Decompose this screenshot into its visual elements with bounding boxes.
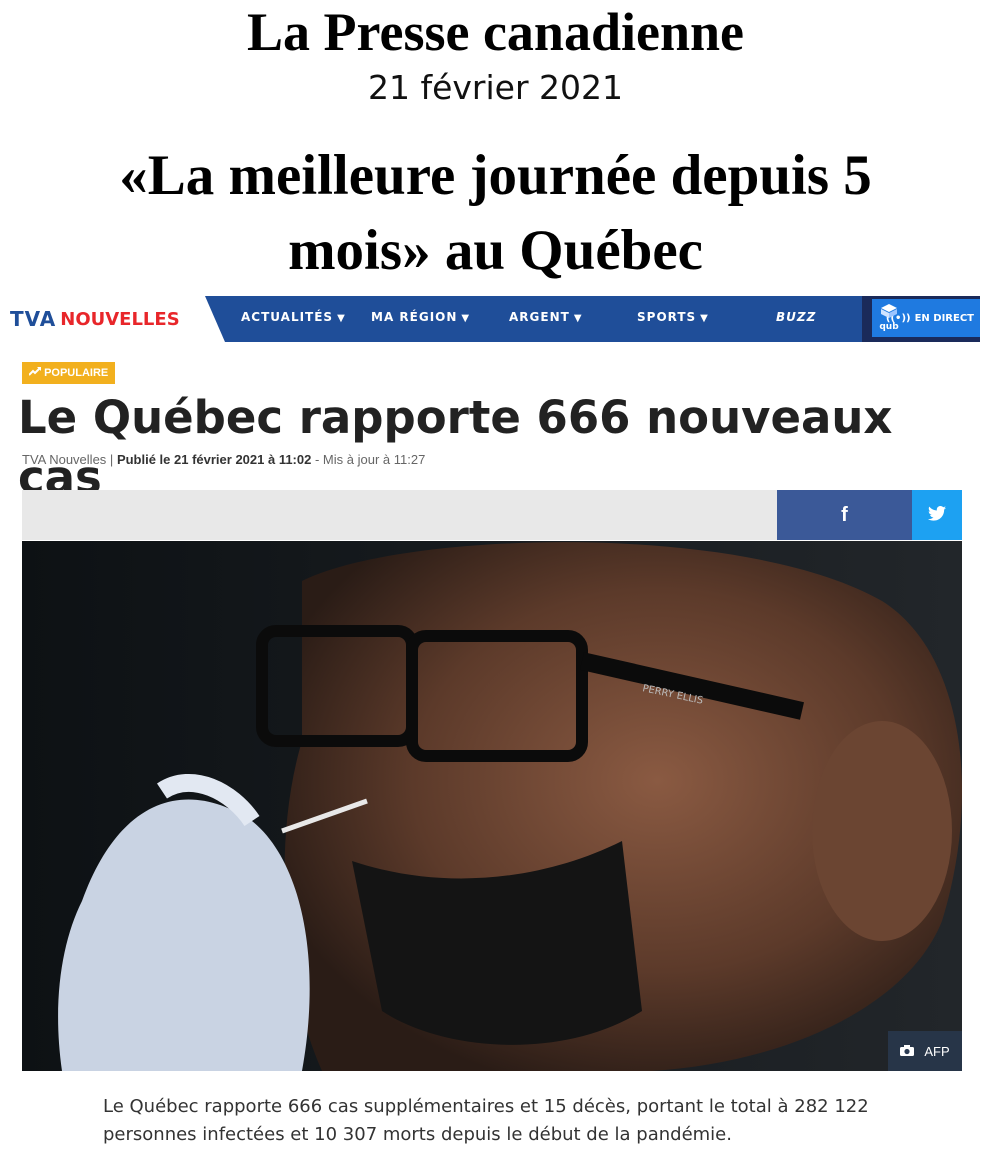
nav-item-label: MA RÉGION [371,310,458,324]
site-navbar: TVA NOUVELLES ACTUALITÉS ▼ MA RÉGION ▼ ARG… [0,296,980,342]
byline-updated: - Mis à jour à 11:27 [314,452,426,467]
nav-item-label: ARGENT [509,310,570,324]
share-bar: f [22,490,962,540]
source-title: La Presse canadienne [247,2,744,62]
nav-item-label: SPORTS [637,310,697,324]
twitter-icon [928,505,946,526]
qub-label: qub [879,322,899,332]
caret-down-icon: ▼ [461,313,471,324]
photo-credit-label: AFP [924,1043,950,1059]
photo-credit: AFP [888,1031,962,1071]
popular-badge: POPULAIRE [22,362,116,384]
twitter-share-button[interactable] [912,490,962,540]
nav-item-sports[interactable]: SPORTS ▼ [637,310,709,324]
overlay-headline: «La meilleure journée depuis 5 mois» au … [119,144,872,282]
covid-test-photo: PERRY ELLIS [22,541,962,1071]
caret-down-icon: ▼ [337,313,346,324]
nav-item-label: BUZZ [776,310,817,324]
tva-nouvelles-logo[interactable]: TVA NOUVELLES [10,305,180,333]
logo-tva-text: TVA [10,307,57,331]
trending-icon [28,367,44,379]
nav-item-buzz[interactable]: BUZZ [776,310,816,324]
logo-nouvelles-text: NOUVELLES [60,308,180,330]
live-section: qub ((•)) EN DIRECT [862,296,980,342]
nav-item-ma-region[interactable]: MA RÉGION ▼ [371,310,470,324]
publication-date: 21 février 2021 [367,68,623,107]
byline-published: Publié le 21 février 2021 à 11:02 [116,452,312,467]
article-photo: PERRY ELLIS AFP [22,541,962,1071]
nav-item-label: ACTUALITÉS [241,310,334,324]
facebook-share-button[interactable]: f [777,490,912,540]
nav-item-actualites[interactable]: ACTUALITÉS ▼ [241,310,346,324]
caret-down-icon: ▼ [700,313,709,324]
facebook-icon: f [841,503,848,526]
camera-icon [900,1044,915,1059]
caret-down-icon: ▼ [573,313,583,324]
article-lede: Le Québec rapporte 666 cas supplémentair… [103,1096,869,1145]
live-button[interactable]: qub ((•)) EN DIRECT [872,299,980,337]
nav-item-argent[interactable]: ARGENT ▼ [509,310,583,324]
byline-separator: | [109,452,114,467]
byline-source: TVA Nouvelles [22,452,107,467]
byline: TVA Nouvelles | Publié le 21 février 202… [22,452,425,467]
badge-label: POPULAIRE [44,367,109,379]
live-label: EN DIRECT [914,312,974,324]
qub-logo-icon: qub [876,303,902,333]
